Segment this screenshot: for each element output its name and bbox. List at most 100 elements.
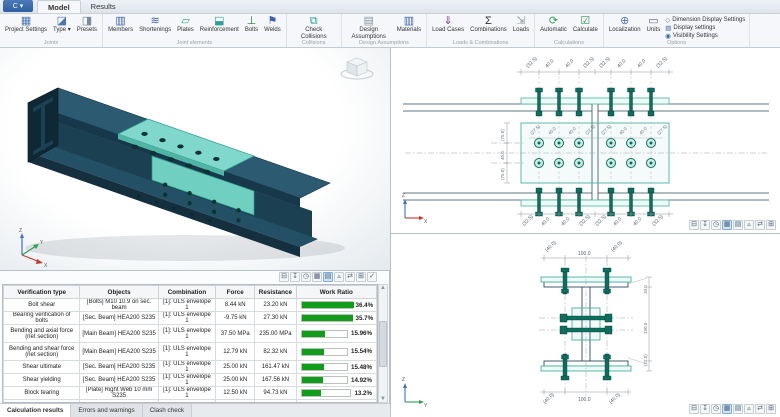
cell-force: 12.79 kN: [216, 343, 255, 361]
cell-resistance: 161.47 kN: [255, 361, 296, 374]
check-collisions-button[interactable]: ⧉Check Collisions: [289, 15, 339, 40]
plates-button[interactable]: ▱Plates: [174, 15, 197, 34]
scroll-up-icon[interactable]: ▲: [380, 285, 386, 291]
combinations-button[interactable]: ΣCombinations: [467, 15, 510, 34]
fit-icon[interactable]: ⊞: [766, 220, 776, 230]
table-row[interactable]: Bending and shear force (net section)[Ma…: [4, 343, 377, 361]
dimension-icon[interactable]: ▵: [744, 220, 754, 230]
cell-work-ratio: 35.7%: [296, 312, 376, 325]
viewport-elevation-drawing[interactable]: (32.5) 40.0 40.0 (32.5) (32.5) 40.0 40.0…: [391, 48, 780, 233]
fit-icon[interactable]: ⊞: [766, 404, 776, 414]
svg-text:40.0: 40.0: [632, 216, 643, 227]
svg-text:40.0: 40.0: [564, 58, 575, 69]
welds-icon: ⚑: [268, 15, 278, 27]
results-table[interactable]: Verification typeObjectsCombinationForce…: [2, 284, 378, 403]
bottom-tab-errors-and-warnings[interactable]: Errors and warnings: [71, 404, 142, 417]
export-icon[interactable]: ↧: [290, 272, 300, 282]
units-icon: ▭: [648, 15, 658, 27]
table-row[interactable]: Shear yielding[Sec. Beam] HEA200 S235[1]…: [4, 374, 377, 387]
flip-icon[interactable]: ⇄: [345, 272, 355, 282]
load-cases-button[interactable]: ⇓Load Cases: [429, 15, 467, 34]
loads-label: Loads: [513, 27, 529, 34]
work-ratio-value: 36.4%: [356, 302, 374, 309]
cell-objects: [Plate] Right Web 10 mm S235: [80, 387, 158, 400]
history-icon[interactable]: ◷: [301, 272, 311, 282]
column-header-resistance[interactable]: Resistance: [255, 286, 296, 299]
table-row[interactable]: Bearing verification of bolts[Sec. Beam]…: [4, 312, 377, 325]
print-icon[interactable]: ⊟: [279, 272, 289, 282]
flip-icon[interactable]: ⇄: [755, 404, 765, 414]
display-icon[interactable]: ▤: [323, 272, 333, 282]
localization-button[interactable]: ⊕Localization: [606, 15, 644, 34]
column-header-combination[interactable]: Combination: [158, 286, 215, 299]
design-assumptions-button[interactable]: ▤Design Assumptions: [344, 15, 394, 40]
svg-text:(32.5): (32.5): [594, 214, 608, 228]
column-header-verification-type[interactable]: Verification type: [4, 286, 80, 299]
view-cube[interactable]: [341, 58, 373, 79]
column-header-objects[interactable]: Objects: [80, 286, 158, 299]
dimension-display-settings-icon: ◇: [665, 16, 670, 24]
grid-icon[interactable]: ▦: [722, 404, 732, 414]
shortenings-button[interactable]: ≋Shortenings: [136, 15, 174, 34]
column-header-work-ratio[interactable]: Work Ratio: [296, 286, 376, 299]
scrollbar-thumb[interactable]: [379, 321, 387, 367]
bottom-tab-calculation-results[interactable]: Calculation results: [0, 404, 71, 417]
column-header-force[interactable]: Force: [216, 286, 255, 299]
table-row[interactable]: Shear ultimate[Sec. Beam] HEA200 S235[1]…: [4, 361, 377, 374]
flip-icon[interactable]: ⇄: [755, 220, 765, 230]
shortenings-label: Shortenings: [139, 27, 171, 34]
reinforcement-button[interactable]: ⬓Reinforcement: [197, 15, 242, 34]
project-settings-button[interactable]: ▦Project Settings: [2, 15, 50, 34]
print-icon[interactable]: ⊟: [689, 404, 699, 414]
export-icon[interactable]: ↧: [700, 404, 710, 414]
table-scrollbar[interactable]: ▲ ▼: [378, 284, 388, 403]
visibility-settings-label: Visibility Settings: [673, 33, 718, 39]
cell-combination: [1]: ULS envelope 1: [158, 299, 215, 312]
history-icon[interactable]: ◷: [711, 220, 721, 230]
ribbon-group-loads-combinations: ⇓Load CasesΣCombinations⇲LoadsLoads & Co…: [427, 14, 535, 47]
table-row[interactable]: Block tearing[Plate] Right Web 10 mm S23…: [4, 387, 377, 400]
cell-combination: [1]: ULS envelope 1: [158, 312, 215, 325]
viewport-section-drawing[interactable]: (40.0) 100.0 (40.0) (40.0) 100.0 (40.0): [391, 234, 780, 417]
dimension-icon[interactable]: ▵: [744, 404, 754, 414]
cell-force: -9.75 kN: [216, 312, 255, 325]
loads-button[interactable]: ⇲Loads: [510, 15, 532, 34]
window-tab-model[interactable]: Model: [37, 0, 81, 13]
export-icon[interactable]: ↧: [700, 220, 710, 230]
members-button[interactable]: ▥Members: [105, 15, 136, 34]
viewport-3d[interactable]: Z X Y: [0, 48, 390, 270]
print-icon[interactable]: ⊟: [689, 220, 699, 230]
table-header-row: Verification typeObjectsCombinationForce…: [4, 286, 377, 299]
table-row[interactable]: Bolt shear[Bolts] M10 10.9 on sec. beam[…: [4, 299, 377, 312]
window-tab-results[interactable]: Results: [81, 0, 126, 13]
cell-resistance: 27.30 kN: [255, 312, 296, 325]
fit-icon[interactable]: ⊞: [356, 272, 366, 282]
grid-icon[interactable]: ▦: [312, 272, 322, 282]
scroll-down-icon[interactable]: ▼: [380, 396, 386, 402]
visibility-settings-button[interactable]: ◉Visibility Settings: [663, 32, 747, 40]
title-bar: C ▾ ModelResults: [0, 0, 780, 14]
check-icon[interactable]: ✓: [367, 272, 377, 282]
display-settings-button[interactable]: ▧Display settings: [663, 24, 747, 32]
bolts-button[interactable]: ⊥Bolts: [242, 15, 261, 34]
design-assumptions-icon: ▤: [364, 15, 374, 27]
materials-button[interactable]: ▥Materials: [394, 15, 424, 34]
app-menu-button[interactable]: C ▾: [3, 0, 33, 12]
display-icon[interactable]: ▤: [733, 404, 743, 414]
calculate-button[interactable]: ☑Calculate: [570, 15, 601, 34]
type-button[interactable]: ◪Type ▾: [50, 15, 74, 34]
dimension-display-settings-button[interactable]: ◇Dimension Display Settings: [663, 16, 747, 24]
horizontal-splitter-right[interactable]: [391, 233, 780, 234]
units-button[interactable]: ▭Units: [644, 15, 664, 34]
presets-button[interactable]: ◨Presets: [74, 15, 100, 34]
work-ratio-value: 15.96%: [351, 330, 372, 337]
dimension-icon[interactable]: ▵: [334, 272, 344, 282]
history-icon[interactable]: ◷: [711, 404, 721, 414]
welds-button[interactable]: ⚑Welds: [261, 15, 284, 34]
table-row[interactable]: Bending and axial force (net section)[Ma…: [4, 325, 377, 343]
work-ratio-value: 13.2%: [354, 390, 372, 397]
display-icon[interactable]: ▤: [733, 220, 743, 230]
grid-icon[interactable]: ▦: [722, 220, 732, 230]
bottom-tab-clash-check[interactable]: Clash check: [143, 404, 192, 417]
automatic-button[interactable]: ⟳Automatic: [537, 15, 570, 34]
